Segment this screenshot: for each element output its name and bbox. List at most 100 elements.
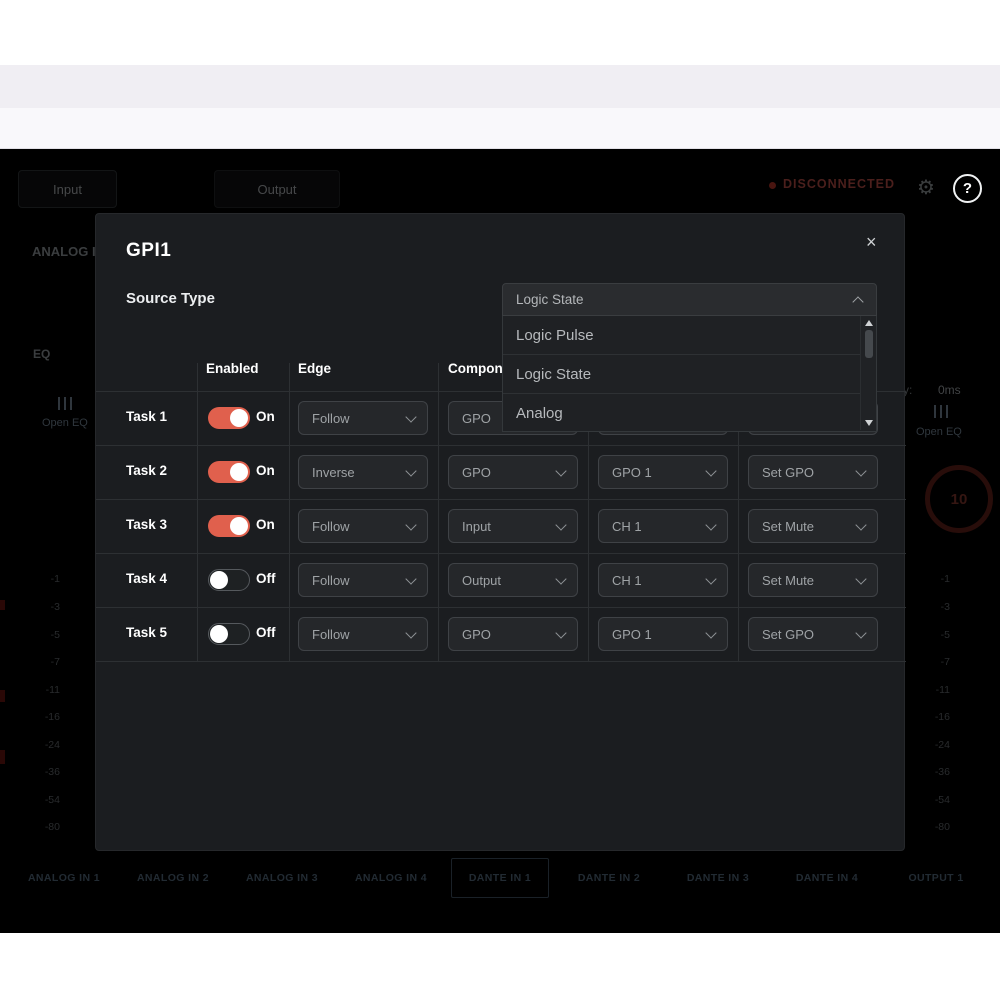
dropdown-option[interactable]: Analog [503,394,876,432]
scroll-down-icon[interactable] [865,420,873,426]
chevron-down-icon [705,573,716,584]
column-header: Enabled [206,361,259,376]
task-label: Task 2 [96,463,197,478]
channel-select[interactable]: CH 1 [598,563,728,597]
action-select[interactable]: Set Mute [748,509,878,543]
toggle-state-label: Off [256,571,276,586]
divider [289,363,290,662]
dialog-close-icon[interactable]: × [866,232,877,253]
divider [96,661,906,662]
chevron-down-icon [855,573,866,584]
toggle-state-label: On [256,463,275,478]
toggle-knob [230,517,248,535]
chevron-down-icon [855,465,866,476]
component-select-value: Input [462,519,491,534]
chevron-down-icon [705,465,716,476]
channel-select-value: GPO 1 [612,465,652,480]
component-select-value: GPO [462,465,491,480]
task-label: Task 3 [96,517,197,532]
edge-select[interactable]: Inverse [298,455,428,489]
divider [96,445,906,446]
action-select[interactable]: Set Mute [748,563,878,597]
help-button[interactable]: ? [953,174,982,203]
source-type-select[interactable]: Logic State [502,283,877,316]
column-header: Edge [298,361,331,376]
toggle-knob [210,571,228,589]
toggle-state-label: On [256,517,275,532]
action-select[interactable]: Set GPO [748,617,878,651]
channel-select[interactable]: GPO 1 [598,455,728,489]
chevron-down-icon [555,573,566,584]
edge-select[interactable]: Follow [298,617,428,651]
action-select-value: Set Mute [762,519,814,534]
chevron-down-icon [855,627,866,638]
toggle-knob [230,463,248,481]
browser-toolbar: ← → ↻ ☆ ≡ [0,108,1000,149]
dropdown-scrollbar[interactable] [860,316,876,430]
chevron-down-icon [705,627,716,638]
chevron-down-icon [405,465,416,476]
divider [96,499,906,500]
component-select-value: GPO [462,411,491,426]
divider [438,363,439,662]
toggle-state-label: Off [256,625,276,640]
chevron-down-icon [555,465,566,476]
toggle-knob [210,625,228,643]
chevron-down-icon [405,411,416,422]
component-select[interactable]: Output [448,563,578,597]
action-select[interactable]: Set GPO [748,455,878,489]
edge-select-value: Follow [312,411,350,426]
chevron-down-icon [405,573,416,584]
channel-select-value: GPO 1 [612,627,652,642]
task-label: Task 5 [96,625,197,640]
edge-select-value: Follow [312,573,350,588]
component-select[interactable]: Input [448,509,578,543]
edge-select-value: Follow [312,519,350,534]
action-select-value: Set Mute [762,573,814,588]
chevron-down-icon [855,519,866,530]
divider [197,363,198,662]
source-type-selected-value: Logic State [516,292,584,307]
edge-select[interactable]: Follow [298,563,428,597]
channel-select-value: CH 1 [612,573,642,588]
dropdown-option[interactable]: Logic Pulse [503,316,876,354]
chevron-down-icon [555,519,566,530]
divider [96,607,906,608]
browser-tab-strip: Dante DBT-44 × + ✕ [0,65,1000,108]
source-type-options-list: Logic PulseLogic StateAnalog [502,316,877,432]
action-select-value: Set GPO [762,627,814,642]
task-enabled-toggle[interactable] [208,623,250,645]
divider [96,553,906,554]
component-select[interactable]: GPO [448,617,578,651]
component-select-value: GPO [462,627,491,642]
chevron-down-icon [405,519,416,530]
task-enabled-toggle[interactable] [208,407,250,429]
screenshot-stage: Dante DBT-44 × + ✕ ← → ↻ ☆ [0,0,1000,1000]
task-label: Task 1 [96,409,197,424]
component-select-value: Output [462,573,501,588]
task-enabled-toggle[interactable] [208,569,250,591]
chevron-down-icon [705,519,716,530]
page-viewport: Input Output DISCONNECTED ⚙ ANALOG IN EQ… [0,149,1000,933]
task-enabled-toggle[interactable] [208,461,250,483]
edge-select[interactable]: Follow [298,401,428,435]
edge-select-value: Inverse [312,465,355,480]
chevron-up-icon [852,296,863,307]
task-enabled-toggle[interactable] [208,515,250,537]
edge-select-value: Follow [312,627,350,642]
scroll-up-icon[interactable] [865,320,873,326]
dropdown-option[interactable]: Logic State [503,355,876,393]
channel-select[interactable]: GPO 1 [598,617,728,651]
scrollbar-thumb[interactable] [865,330,873,358]
task-label: Task 4 [96,571,197,586]
chevron-down-icon [555,627,566,638]
toggle-state-label: On [256,409,275,424]
channel-select[interactable]: CH 1 [598,509,728,543]
source-type-label: Source Type [126,290,215,307]
edge-select[interactable]: Follow [298,509,428,543]
toggle-knob [230,409,248,427]
component-select[interactable]: GPO [448,455,578,489]
dialog-title: GPI1 [126,240,171,262]
channel-select-value: CH 1 [612,519,642,534]
chevron-down-icon [405,627,416,638]
